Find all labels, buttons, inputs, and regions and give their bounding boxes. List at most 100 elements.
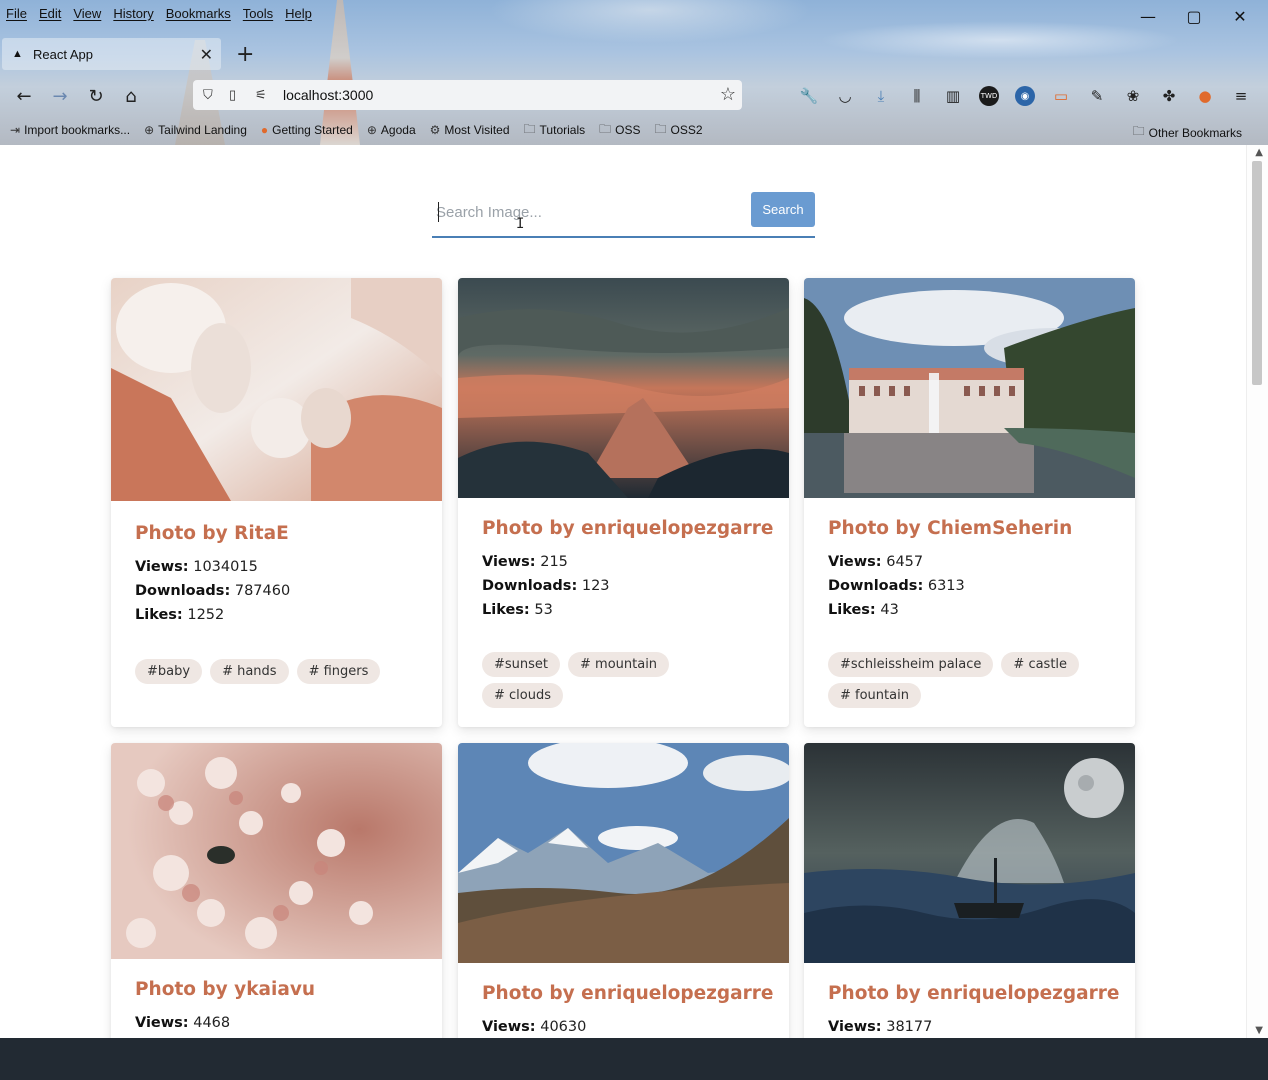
image-card[interactable]: Photo by RitaE Views: 1034015 Downloads:… (111, 278, 442, 727)
forward-arrow-icon[interactable]: → (46, 82, 74, 110)
paw-icon[interactable]: ❀ (1119, 82, 1147, 110)
vertical-scrollbar[interactable]: ▲ ▼ (1246, 145, 1268, 1038)
card-body: Photo by enriquelopezgarre Views: 40630 (458, 983, 789, 1038)
home-icon[interactable]: ⌂ (117, 82, 145, 110)
close-tab-icon[interactable]: ✕ (200, 45, 213, 65)
menu-help[interactable]: Help (285, 6, 312, 21)
permissions-icon[interactable]: ⚟ (255, 87, 271, 103)
likes-stat: Likes: 1252 (135, 603, 418, 627)
screen-extension-icon[interactable]: ▭ (1047, 82, 1075, 110)
url-text[interactable]: localhost:3000 (283, 87, 373, 103)
scrollbar-thumb[interactable] (1252, 161, 1262, 385)
likes-stat: Likes: 43 (828, 598, 1111, 622)
extension-puzzle-icon[interactable]: ✤ (1155, 82, 1183, 110)
tab-react-app[interactable]: ▲ React App ✕ (2, 38, 221, 70)
tag-badge[interactable]: #sunset (482, 652, 561, 677)
close-window-icon[interactable]: ✕ (1228, 4, 1252, 28)
twd-extension-icon[interactable]: TWD (979, 86, 999, 106)
react-favicon-icon: ▲ (12, 48, 23, 60)
bookmark-label: Agoda (380, 123, 416, 137)
search-form: I Search (432, 191, 815, 238)
views-label: Views: (482, 1019, 536, 1035)
likes-value: 1252 (187, 607, 225, 623)
bookmark-label: Import bookmarks... (24, 123, 131, 137)
views-value: 215 (540, 554, 568, 570)
views-stat: Views: 1034015 (135, 555, 418, 579)
likes-value: 43 (880, 602, 899, 618)
image-card[interactable]: Photo by enriquelopezgarre Views: 38177 (804, 743, 1135, 1038)
minimize-icon[interactable]: — (1136, 4, 1160, 28)
search-input[interactable] (436, 197, 746, 227)
tag-badge[interactable]: # hands (210, 659, 289, 684)
downloads-label: Downloads: (828, 578, 924, 594)
sidebar-icon[interactable]: ▥ (939, 82, 967, 110)
tag-badge[interactable]: # fingers (296, 659, 381, 684)
tab-bar: ▲ React App ✕ + (0, 36, 1268, 72)
bookmark-star-icon[interactable]: ☆ (720, 84, 736, 105)
menu-file[interactable]: File (6, 6, 27, 21)
scroll-up-icon[interactable]: ▲ (1255, 147, 1263, 158)
bookmark-agoda[interactable]: ⊕ Agoda (367, 123, 416, 137)
tag-badge[interactable]: # fountain (828, 683, 921, 708)
reload-icon[interactable]: ↻ (82, 82, 110, 110)
wrench-icon[interactable]: 🔧 (795, 82, 823, 110)
notes-icon[interactable]: ✎ (1083, 82, 1111, 110)
extension-blue-icon[interactable]: ◉ (1015, 86, 1035, 106)
image-card[interactable]: Photo by ykaiavu Views: 4468 (111, 743, 442, 1038)
image-card[interactable]: Photo by enriquelopezgarre Views: 215 Do… (458, 278, 789, 727)
views-label: Views: (828, 554, 882, 570)
views-stat: Views: 6457 (828, 550, 1111, 574)
tag-badge[interactable]: # clouds (482, 683, 564, 708)
bookmark-label: Getting Started (272, 123, 353, 137)
folder-icon: 🗀 (523, 121, 536, 136)
card-body: Photo by ChiemSeherin Views: 6457 Downlo… (804, 518, 1135, 714)
folder-icon: 🗀 (599, 121, 612, 136)
card-title: Photo by enriquelopezgarre (482, 518, 774, 539)
scroll-down-icon[interactable]: ▼ (1255, 1025, 1263, 1036)
back-arrow-icon[interactable]: ← (10, 82, 38, 110)
tag-badge[interactable]: #baby (135, 659, 203, 684)
firefox-account-icon[interactable]: ● (1191, 82, 1219, 110)
image-card[interactable]: Photo by ChiemSeherin Views: 6457 Downlo… (804, 278, 1135, 727)
bookmark-tutorials[interactable]: 🗀 Tutorials (524, 120, 586, 141)
bookmark-most-visited[interactable]: ⚙ Most Visited (430, 123, 510, 137)
search-button[interactable]: Search (751, 192, 815, 227)
bookmark-label: OSS2 (670, 123, 703, 137)
menu-tools[interactable]: Tools (243, 6, 273, 21)
bookmark-getting-started[interactable]: ● Getting Started (261, 123, 353, 137)
downloads-value: 6313 (927, 578, 965, 594)
bookmark-import[interactable]: ⇥ Import bookmarks... (10, 123, 130, 137)
pocket-icon[interactable]: ◡ (831, 82, 859, 110)
views-label: Views: (135, 559, 189, 575)
image-card[interactable]: Photo by enriquelopezgarre Views: 40630 (458, 743, 789, 1038)
bookmark-oss[interactable]: 🗀 OSS (599, 120, 640, 141)
bookmark-oss2[interactable]: 🗀 OSS2 (654, 120, 702, 141)
library-icon[interactable]: ⫼ (903, 82, 931, 110)
menu-history[interactable]: History (113, 6, 153, 21)
menu-bookmarks[interactable]: Bookmarks (166, 6, 231, 21)
downloads-label: Downloads: (135, 583, 231, 599)
views-label: Views: (828, 1019, 882, 1035)
new-tab-button[interactable]: + (236, 42, 254, 67)
maximize-icon[interactable]: ▢ (1182, 4, 1206, 28)
bookmark-other-bookmarks[interactable]: 🗀 Other Bookmarks (1133, 122, 1242, 143)
hamburger-menu-icon[interactable]: ≡ (1227, 82, 1255, 110)
bookmark-tailwind-landing[interactable]: ⊕ Tailwind Landing (144, 123, 247, 137)
tag-badge[interactable]: # castle (1001, 652, 1080, 677)
extension-toolbar: 🔧 ◡ ⤓ ⫼ ▥ TWD ◉ ▭ ✎ ❀ ✤ ● ≡ (795, 82, 1263, 110)
views-stat: Views: 215 (482, 550, 765, 574)
likes-label: Likes: (482, 602, 530, 618)
card-photo-sunset-mountain (458, 278, 789, 498)
menu-edit[interactable]: Edit (39, 6, 61, 21)
tag-badge[interactable]: #schleissheim palace (828, 652, 994, 677)
address-bar[interactable]: ⛉ ▯ ⚟ localhost:3000 ☆ (193, 80, 742, 110)
menu-view[interactable]: View (73, 6, 101, 21)
card-body: Photo by RitaE Views: 1034015 Downloads:… (111, 523, 442, 690)
downloads-stat: Downloads: 123 (482, 574, 765, 598)
downloads-stat: Downloads: 6313 (828, 574, 1111, 598)
navigation-toolbar: ← → ↻ ⌂ ⛉ ▯ ⚟ localhost:3000 ☆ 🔧 ◡ ⤓ ⫼ ▥… (0, 78, 1268, 114)
tag-badge[interactable]: # mountain (568, 652, 670, 677)
shield-icon[interactable]: ⛉ (203, 87, 219, 103)
download-icon[interactable]: ⤓ (867, 82, 895, 110)
bookmark-label: Tutorials (539, 123, 586, 137)
